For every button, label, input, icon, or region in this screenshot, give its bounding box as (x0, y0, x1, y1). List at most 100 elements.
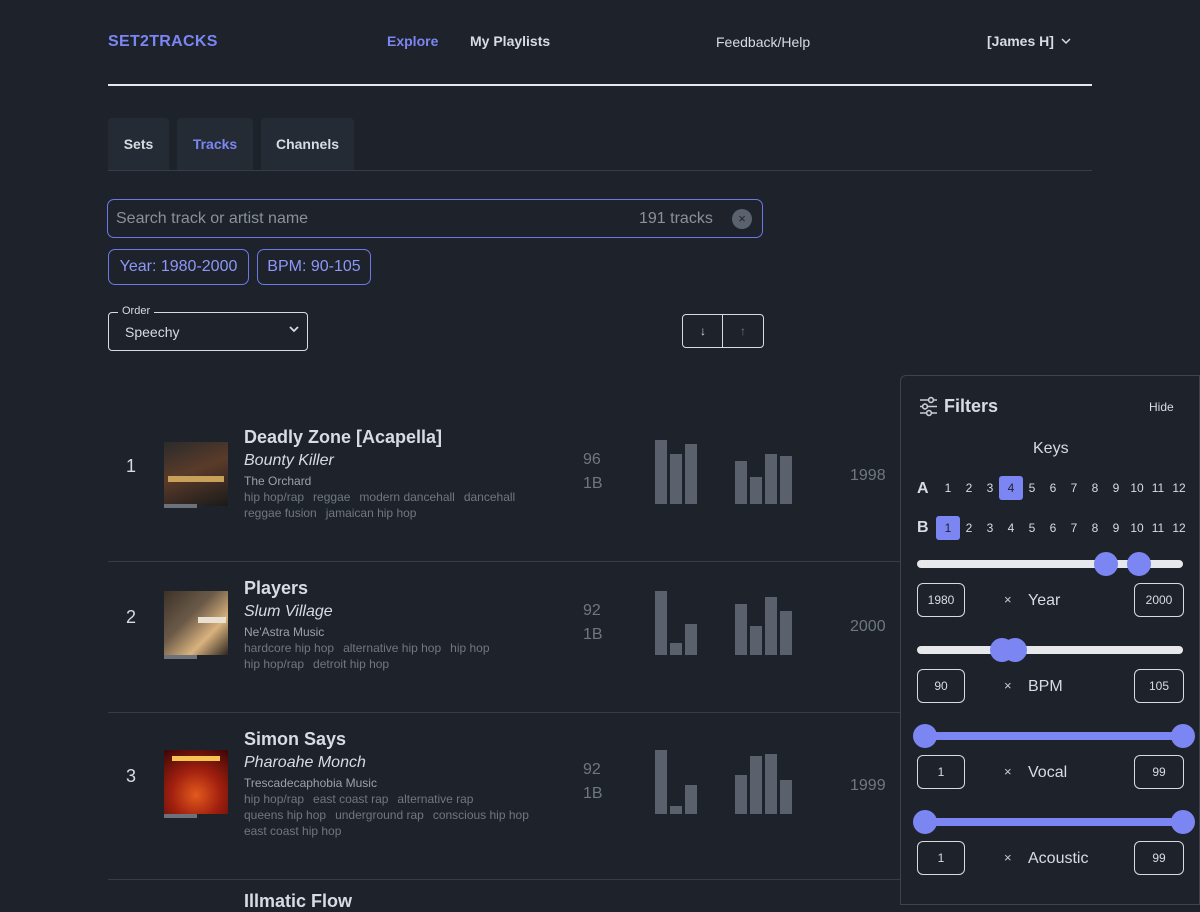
track-label: Trescadecaphobia Music (244, 776, 377, 790)
track-artist[interactable]: Slum Village (244, 603, 333, 621)
vocal-range-fill (917, 732, 1183, 740)
genre-tag: underground rap (335, 808, 424, 822)
album-art[interactable] (164, 591, 228, 655)
clear-search-icon[interactable]: × (732, 209, 752, 229)
track-rank: 1 (126, 456, 137, 476)
acoustic-range-track[interactable] (917, 818, 1183, 826)
hide-filters-button[interactable]: Hide (1149, 400, 1174, 414)
track-label: Ne'Astra Music (244, 625, 325, 639)
key-row-label-b: B (917, 519, 929, 536)
tab-sets[interactable]: Sets (108, 118, 169, 170)
header-divider (108, 84, 1092, 86)
year-min-handle[interactable] (1093, 552, 1118, 576)
feature-bar (670, 454, 682, 504)
vocal-min-handle[interactable] (913, 724, 937, 748)
feature-bar (655, 750, 667, 814)
track-year: 1999 (850, 777, 886, 794)
track-key: 1B (583, 785, 603, 802)
vocal-max-input[interactable]: 99 (1134, 755, 1184, 789)
track-artist[interactable]: Pharoahe Monch (244, 754, 366, 772)
genre-list: hip hop/rap reggae modern dancehall danceha… (244, 489, 564, 521)
genre-tag: alternative hip hop (343, 641, 442, 655)
energy-bars (655, 440, 703, 504)
order-select[interactable]: Order Speechy (108, 305, 308, 351)
acoustic-range-fill (917, 818, 1183, 826)
tab-channels[interactable]: Channels (261, 118, 354, 170)
vocal-max-handle[interactable] (1171, 724, 1195, 748)
chevron-down-icon (1061, 38, 1071, 45)
nav-my-playlists[interactable]: My Playlists (470, 33, 550, 49)
acoustic-max-handle[interactable] (1171, 810, 1195, 834)
tab-tracks[interactable]: Tracks (177, 118, 253, 170)
acoustic-min-input[interactable]: 1 (917, 841, 965, 875)
vocal-range-track[interactable] (917, 732, 1183, 740)
sort-descending-icon[interactable]: ↓ (683, 315, 723, 347)
user-menu[interactable]: [James H] (987, 33, 1072, 49)
feature-bar (670, 806, 682, 814)
genre-tag: modern dancehall (359, 490, 455, 504)
vocal-min-input[interactable]: 1 (917, 755, 965, 789)
row-divider (108, 879, 908, 880)
preview-progress (164, 655, 197, 659)
track-title[interactable]: Simon Says (244, 729, 346, 750)
clear-year-icon[interactable]: × (1004, 592, 1012, 607)
acoustic-min-handle[interactable] (913, 810, 937, 834)
genre-tag: hardcore hip hop (244, 641, 335, 655)
filters-title: Filters (944, 396, 999, 416)
year-max-handle[interactable] (1127, 552, 1152, 576)
genre-tag: east coast rap (313, 792, 389, 806)
feature-bar (750, 756, 762, 814)
album-art[interactable] (164, 442, 228, 506)
feature-bar (735, 461, 747, 504)
feature-bar (750, 626, 762, 655)
clear-bpm-icon[interactable]: × (1004, 678, 1012, 693)
feature-bar (655, 591, 667, 655)
bpm-range-track[interactable] (917, 646, 1183, 654)
sort-ascending-icon[interactable]: ↑ (723, 315, 763, 347)
track-count: 191 tracks (639, 210, 713, 227)
clear-vocal-icon[interactable]: × (1004, 764, 1012, 779)
row-divider (108, 561, 908, 562)
bpm-filter-label: BPM (1028, 678, 1063, 695)
filter-chip-bpm[interactable]: BPM: 90-105 (257, 249, 371, 285)
album-art[interactable] (164, 750, 228, 814)
genre-tag: east coast hip hop (244, 824, 342, 838)
clear-acoustic-icon[interactable]: × (1004, 850, 1012, 865)
chevron-down-icon (289, 326, 299, 333)
genre-list: hardcore hip hop alternative hip hop hip h… (244, 640, 564, 672)
genre-tag: alternative rap (397, 792, 474, 806)
bpm-min-input[interactable]: 90 (917, 669, 965, 703)
track-title[interactable]: Illmatic Flow (244, 891, 352, 912)
app-logo[interactable]: SET2TRACKS (108, 33, 218, 51)
track-title[interactable]: Deadly Zone [Acapella] (244, 427, 442, 448)
acoustic-max-input[interactable]: 99 (1134, 841, 1184, 875)
genre-tag: queens hip hop (244, 808, 327, 822)
year-filter-label: Year (1028, 592, 1061, 609)
feature-bar (780, 456, 792, 504)
genre-list: hip hop/rap east coast rap alternative rap… (244, 791, 564, 839)
track-title[interactable]: Players (244, 578, 308, 599)
mood-bars (735, 440, 797, 504)
nav-feedback-help[interactable]: Feedback/Help (716, 34, 810, 50)
order-value: Speechy (125, 324, 180, 340)
year-min-input[interactable]: 1980 (917, 583, 965, 617)
vocal-filter-label: Vocal (1028, 764, 1068, 781)
feature-bar (735, 775, 747, 814)
bpm-max-input[interactable]: 105 (1134, 669, 1184, 703)
genre-tag: reggae fusion (244, 506, 317, 520)
track-label: The Orchard (244, 474, 312, 488)
track-year: 2000 (850, 618, 886, 635)
row-divider (108, 712, 908, 713)
key-button-b12[interactable]: 12 (1167, 516, 1191, 540)
feature-bar (780, 780, 792, 814)
filter-chip-year[interactable]: Year: 1980-2000 (108, 249, 249, 285)
key-button-a12[interactable]: 12 (1167, 476, 1191, 500)
feature-bar (685, 444, 697, 504)
nav-explore[interactable]: Explore (387, 33, 438, 49)
search-input[interactable] (116, 200, 616, 237)
track-artist[interactable]: Bounty Killer (244, 452, 334, 470)
feature-bar (750, 477, 762, 504)
track-key: 1B (583, 475, 603, 492)
year-max-input[interactable]: 2000 (1134, 583, 1184, 617)
tabs-divider (108, 170, 1092, 171)
